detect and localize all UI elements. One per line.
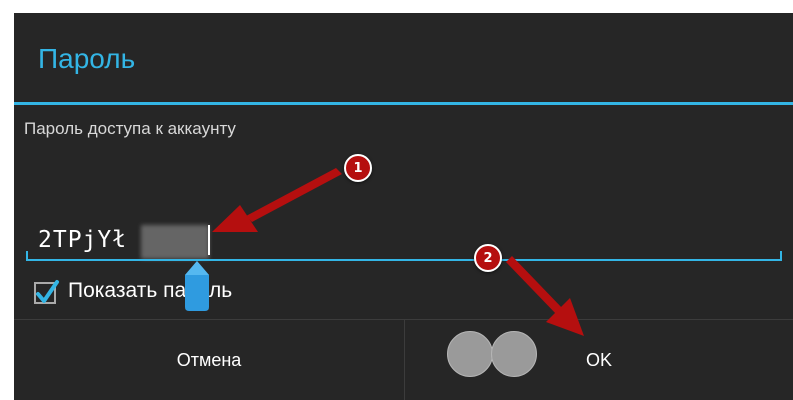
- show-password-checkbox[interactable]: [34, 280, 59, 304]
- password-value: 2TPjYł: [38, 227, 128, 253]
- text-cursor: [208, 225, 210, 255]
- step-2-badge: 2: [474, 244, 502, 272]
- input-underline-right-tick: [780, 251, 782, 261]
- checkmark-icon: [36, 280, 59, 303]
- input-underline: [26, 259, 782, 261]
- text-selection-handle[interactable]: [178, 261, 216, 311]
- cancel-button[interactable]: Отмена: [14, 320, 404, 400]
- password-field-label: Пароль доступа к аккаунту: [24, 119, 236, 138]
- password-dialog: Пароль Пароль доступа к аккаунту 2TPjYł …: [14, 13, 793, 400]
- touch-indicator: [447, 331, 537, 377]
- touch-circle-icon: [447, 331, 493, 377]
- password-input[interactable]: 2TPjYł: [26, 213, 786, 273]
- touch-circle-icon: [491, 331, 537, 377]
- blurred-password-mask: [141, 225, 209, 259]
- step-1-badge: 1: [344, 154, 372, 182]
- title-divider: [14, 102, 793, 105]
- dialog-title: Пароль: [38, 43, 136, 74]
